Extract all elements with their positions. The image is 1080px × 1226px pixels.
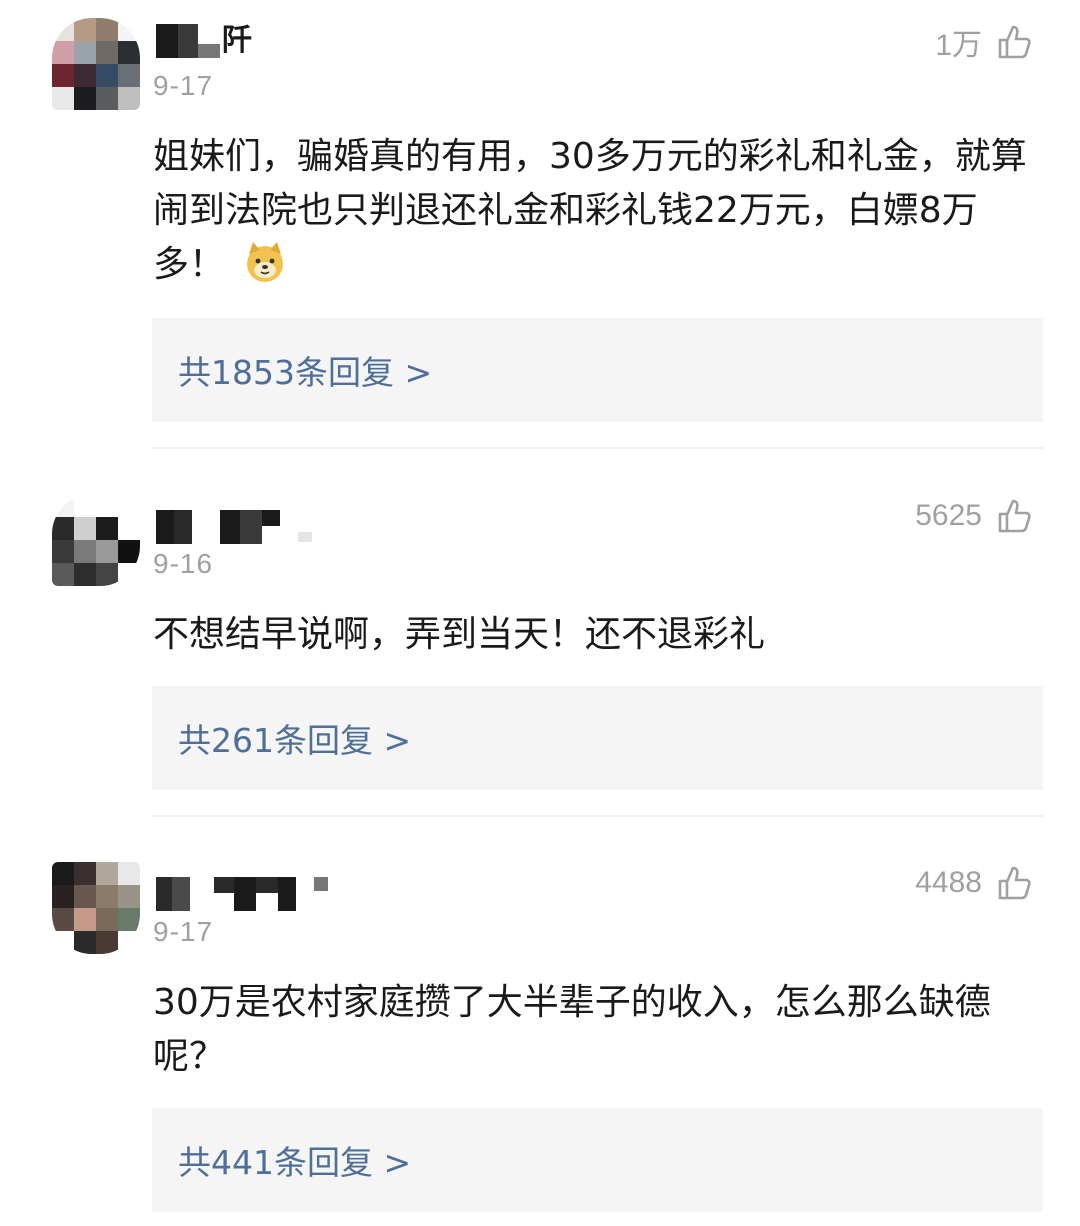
like-count: 4488 [915,866,982,899]
username-text: 阡 [222,23,252,58]
avatar[interactable] [52,862,140,954]
comment-time: 9-17 [153,916,214,947]
divider [152,447,1043,449]
comment-list: 阡 9-17 1万 姐妹们，骗婚真的有用，30多万元的彩礼和礼金，就算闹到法院也… [0,0,1080,1226]
thumbs-up-icon [996,498,1032,534]
view-replies-link[interactable]: 共261条回复 > [152,686,1043,790]
username[interactable]: 阡 [156,24,252,60]
like-button[interactable]: 4488 [915,865,1032,901]
view-replies-link[interactable]: 共1853条回复 > [152,318,1043,422]
comment-text: 不想结早说啊，弄到当天！还不退彩礼 [153,614,766,655]
comment-time: 9-16 [153,548,214,579]
view-replies-link[interactable]: 共441条回复 > [152,1108,1043,1212]
comment-text: 30万是农村家庭攒了大半辈子的收入，怎么那么缺德呢？ [153,982,991,1077]
like-count: 5625 [915,499,982,532]
like-count: 1万 [935,29,982,62]
comment-time: 9-17 [153,70,214,101]
username[interactable] [156,877,328,913]
divider [152,815,1043,817]
like-button[interactable]: 1万 [935,20,1032,64]
avatar[interactable] [52,494,140,586]
doge-emoji [243,240,287,284]
username[interactable] [156,510,312,546]
thumbs-up-icon [996,865,1032,901]
avatar[interactable] [52,18,140,110]
like-button[interactable]: 5625 [915,498,1032,534]
thumbs-up-icon [996,24,1032,60]
comment-text: 姐妹们，骗婚真的有用，30多万元的彩礼和礼金，就算闹到法院也只判退还礼金和彩礼钱… [153,130,1048,292]
